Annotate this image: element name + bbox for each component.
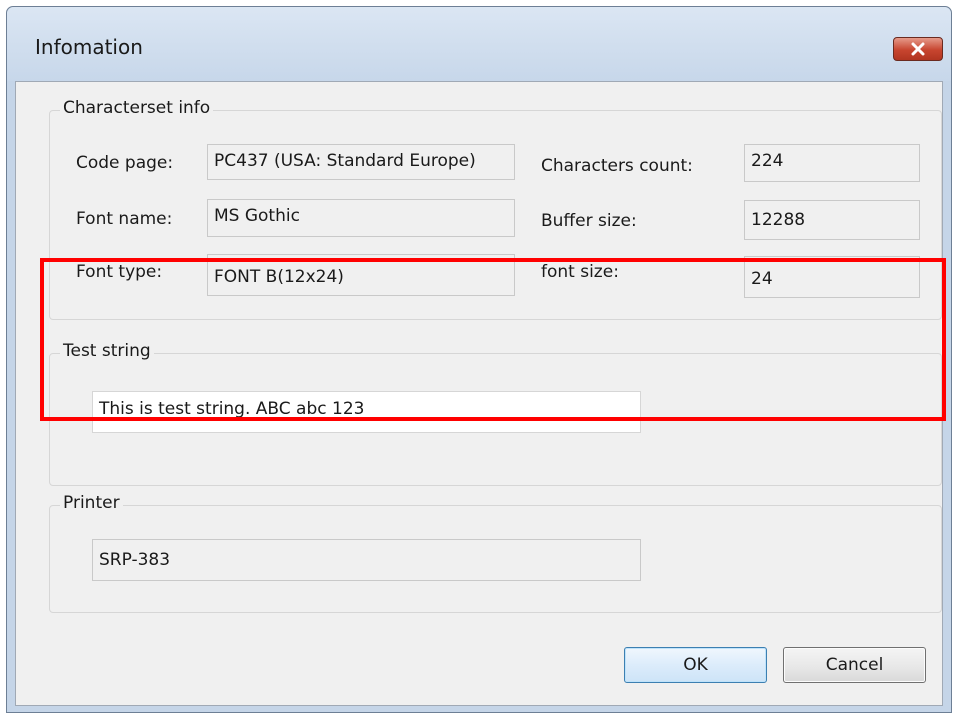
cancel-button[interactable]: Cancel [783, 647, 926, 683]
font-type-label: Font type: [76, 262, 163, 282]
information-dialog: Infomation Characterset info Code page: … [6, 6, 952, 713]
close-button[interactable] [893, 37, 943, 61]
font-type-field: FONT B(12x24) [207, 254, 515, 296]
close-icon [911, 42, 925, 56]
buffer-size-field: 12288 [744, 200, 920, 240]
characters-count-field: 224 [744, 144, 920, 182]
test-string-legend: Test string [60, 341, 154, 361]
window-title: Infomation [35, 35, 143, 59]
font-size-label: font size: [541, 262, 619, 282]
title-bar[interactable]: Infomation [7, 7, 951, 81]
font-size-field: 24 [744, 256, 920, 298]
characters-count-label: Characters count: [541, 156, 693, 176]
code-page-field: PC437 (USA: Standard Europe) [207, 144, 515, 180]
printer-field: SRP-383 [92, 539, 641, 581]
test-string-input[interactable]: This is test string. ABC abc 123 [92, 391, 641, 433]
buffer-size-label: Buffer size: [541, 211, 637, 231]
ok-button[interactable]: OK [624, 647, 767, 683]
code-page-label: Code page: [76, 153, 174, 173]
dialog-body: Characterset info Code page: PC437 (USA:… [15, 81, 943, 706]
font-name-label: Font name: [76, 209, 173, 229]
printer-legend: Printer [60, 493, 123, 513]
font-name-field: MS Gothic [207, 199, 515, 237]
characterset-info-legend: Characterset info [60, 98, 214, 118]
